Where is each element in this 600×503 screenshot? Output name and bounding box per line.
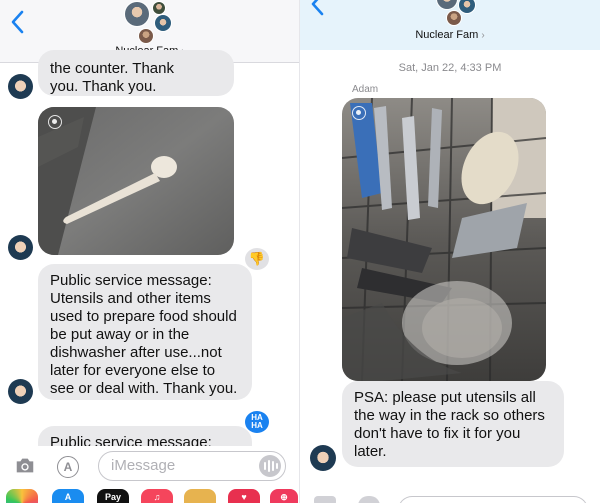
avatar [446,10,462,26]
chevron-right-icon: › [481,30,485,41]
sender-name: Adam [352,84,379,95]
imessage-app-drawer: A Pay ♫ ♥ ⊕ [0,487,600,503]
avatar [458,0,476,14]
group-name[interactable]: Nuclear Fam› [300,29,600,41]
composer-bar: A iMessage [0,446,300,486]
audio-waveform-icon[interactable] [259,455,281,477]
music-app-icon[interactable]: ♫ [141,489,173,503]
avatar [124,1,150,27]
dishwasher-utensils-image [342,98,546,381]
live-photo-icon [352,106,366,120]
message-photo[interactable] [342,98,546,381]
message-bubble[interactable]: the counter. Thank you. Thank you. [33,50,234,96]
left-conversation-panel: Nuclear Fam› the counter. Thank you. Tha… [0,0,300,503]
live-photo-icon [48,115,62,129]
memoji-app-icon[interactable] [184,489,216,503]
message-input[interactable]: iMessage [98,451,286,481]
message-photo[interactable] [38,107,234,255]
message-timestamp: Sat, Jan 22, 4:33 PM [398,62,502,74]
back-chevron-icon[interactable] [310,0,332,20]
message-bubble[interactable]: PSA: please put utensils all the way in … [337,381,564,467]
conversation-header: Nuclear Fam› [300,0,600,50]
sender-avatar [8,379,33,404]
app-store-app-icon[interactable]: A [52,489,84,503]
app-store-icon[interactable]: A [57,456,79,478]
photos-app-icon[interactable] [6,489,38,503]
back-chevron-icon[interactable] [10,10,32,38]
right-conversation-panel: Nuclear Fam› Sat, Jan 22, 4:33 PM Adam [300,0,600,503]
avatar [152,1,166,15]
sender-avatar [8,235,33,260]
camera-icon[interactable] [14,455,36,477]
rice-spoon-image [38,107,234,255]
message-bubble[interactable]: Public service message: Utensils and oth… [33,264,252,400]
sender-avatar [8,74,33,99]
apple-pay-app-icon[interactable]: Pay [97,489,129,503]
avatar [154,14,172,32]
avatar [138,28,154,44]
web-app-icon[interactable]: ⊕ [270,489,298,503]
heart-app-icon[interactable]: ♥ [228,489,260,503]
sender-avatar [310,445,336,471]
avatar [436,0,458,10]
